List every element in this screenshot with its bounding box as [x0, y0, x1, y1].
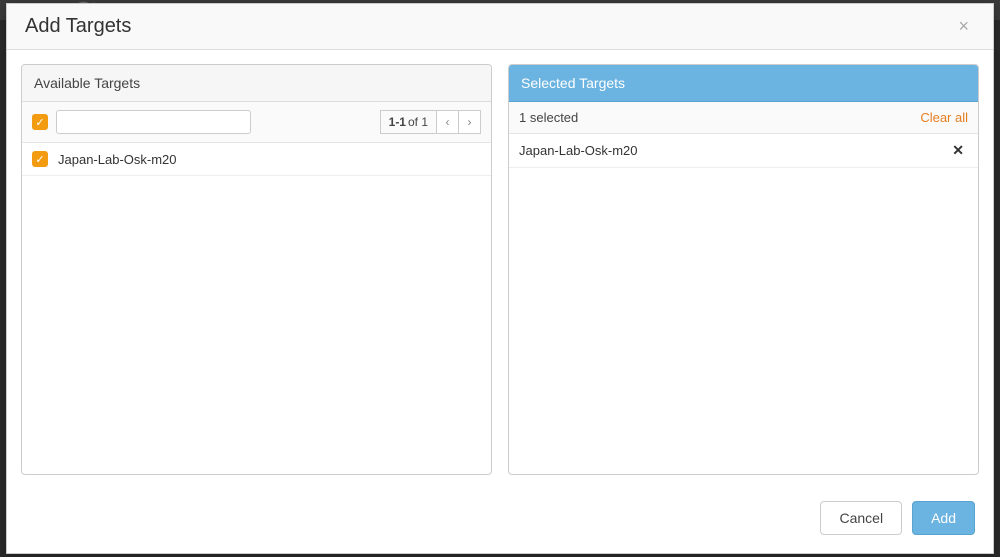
- pager: 1-1 of 1 ‹ ›: [380, 110, 481, 134]
- remove-item-button[interactable]: ✕: [948, 142, 968, 159]
- search-input[interactable]: [56, 110, 251, 134]
- selected-list: Japan-Lab-Osk-m20 ✕: [509, 134, 978, 474]
- item-label: Japan-Lab-Osk-m20: [58, 152, 177, 167]
- pager-info: 1-1 of 1: [380, 110, 437, 134]
- available-targets-panel: Available Targets ✓ 1-1 of 1 ‹ ›: [21, 64, 492, 475]
- available-list-item[interactable]: ✓ Japan-Lab-Osk-m20: [22, 143, 491, 176]
- selected-targets-header: Selected Targets: [509, 65, 978, 102]
- available-targets-header: Available Targets: [22, 65, 491, 102]
- available-toolbar: ✓ 1-1 of 1 ‹ ›: [22, 102, 491, 143]
- modal-title: Add Targets: [25, 15, 131, 38]
- selected-targets-panel: Selected Targets 1 selected Clear all Ja…: [508, 64, 979, 475]
- modal-header: Add Targets ×: [7, 4, 993, 50]
- close-icon: ✕: [952, 142, 964, 158]
- selected-count: 1 selected: [519, 110, 578, 125]
- chevron-right-icon: ›: [468, 115, 472, 129]
- chevron-left-icon: ‹: [446, 115, 450, 129]
- pager-next-button[interactable]: ›: [459, 110, 481, 134]
- cancel-button[interactable]: Cancel: [820, 501, 902, 535]
- item-label: Japan-Lab-Osk-m20: [519, 143, 638, 158]
- add-targets-modal: Add Targets × Available Targets ✓ 1-1 of…: [6, 3, 994, 554]
- selected-toolbar: 1 selected Clear all: [509, 102, 978, 134]
- item-checkbox[interactable]: ✓: [32, 151, 48, 167]
- selected-list-item: Japan-Lab-Osk-m20 ✕: [509, 134, 978, 168]
- clear-all-link[interactable]: Clear all: [920, 110, 968, 125]
- pager-range: 1-1: [389, 115, 406, 129]
- close-icon[interactable]: ×: [952, 14, 975, 39]
- modal-body: Available Targets ✓ 1-1 of 1 ‹ ›: [7, 50, 993, 489]
- available-list: ✓ Japan-Lab-Osk-m20: [22, 143, 491, 474]
- modal-footer: Cancel Add: [7, 489, 993, 553]
- pager-of: of 1: [408, 115, 428, 129]
- pager-prev-button[interactable]: ‹: [437, 110, 459, 134]
- select-all-checkbox[interactable]: ✓: [32, 114, 48, 130]
- add-button[interactable]: Add: [912, 501, 975, 535]
